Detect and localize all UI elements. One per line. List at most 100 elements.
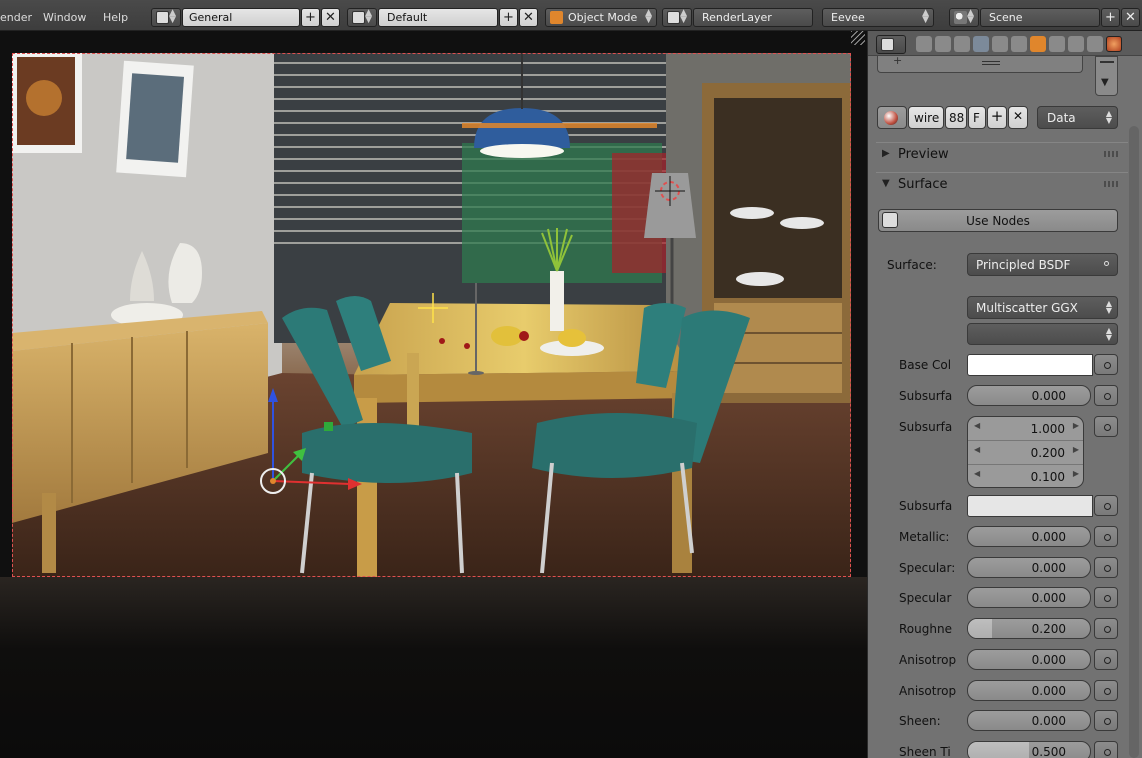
panel-scrollbar[interactable] [1129, 126, 1139, 758]
drag-grip-icon[interactable] [1104, 151, 1118, 157]
delete-scene-button[interactable]: ✕ [1121, 8, 1140, 27]
radius-z-field[interactable]: ◀ 0.100 ▶ [968, 465, 1083, 487]
value-slider[interactable]: 0.200 [967, 618, 1091, 639]
editor-type-button[interactable] [876, 35, 906, 54]
area-split-handle[interactable] [851, 31, 865, 45]
socket-button[interactable] [1094, 680, 1118, 701]
data-tab-icon[interactable] [1087, 36, 1103, 52]
subsurface-radius-socket-button[interactable] [1094, 416, 1118, 437]
modifiers-tab-icon[interactable] [1068, 36, 1084, 52]
radius-y-field[interactable]: ◀ 0.200 ▶ [968, 441, 1083, 465]
constraints-tab-icon[interactable] [1049, 36, 1065, 52]
collection-tab-icon[interactable] [992, 36, 1008, 52]
subsurface-socket-button[interactable] [1094, 385, 1118, 406]
new-material-button[interactable]: + [987, 106, 1007, 129]
socket-button[interactable] [1094, 526, 1118, 547]
value-slider[interactable]: 0.000 [967, 526, 1091, 547]
3d-cursor-icon[interactable] [655, 176, 685, 206]
scene-type-button[interactable]: ▲ ▼ [949, 8, 979, 27]
chevron-left-icon[interactable]: ◀ [974, 469, 980, 478]
viewport-background [0, 577, 867, 758]
socket-button[interactable] [1094, 710, 1118, 731]
link-type-dropdown[interactable]: Data ▲ ▼ [1037, 106, 1118, 129]
slider-value: 0.000 [1031, 714, 1066, 728]
surface-section-label: Surface [898, 177, 948, 192]
delete-screen-layout-button[interactable]: ✕ [321, 8, 340, 27]
surface-section-header[interactable]: ▼ Surface [876, 172, 1128, 197]
chevron-right-icon[interactable]: ▶ [1073, 469, 1079, 478]
menu-help[interactable]: Help [103, 11, 128, 24]
radius-y-value: 0.200 [1030, 446, 1065, 460]
subsurface-slider[interactable]: 0.000 [967, 385, 1091, 406]
add-scene-button[interactable]: + [1101, 8, 1120, 27]
distribution-dropdown[interactable]: Multiscatter GGX ▲ ▼ [967, 296, 1118, 319]
slider-value: 0.000 [1031, 530, 1066, 544]
socket-button[interactable] [1094, 557, 1118, 578]
socket-button[interactable] [1094, 741, 1118, 758]
resize-grip-icon[interactable] [982, 61, 1000, 65]
screen-layout-field[interactable]: General [182, 8, 300, 27]
scene-layout-type-button[interactable]: ▲ ▼ [347, 8, 377, 27]
mode-label: Object Mode [568, 11, 638, 24]
render-layer-icon [667, 11, 680, 24]
value-slider[interactable]: 0.000 [967, 710, 1091, 731]
light-icon[interactable] [418, 293, 448, 323]
chevron-left-icon[interactable]: ◀ [974, 445, 980, 454]
screen-layout-type-button[interactable]: ▲ ▼ [151, 8, 181, 27]
chevron-right-icon[interactable]: ▶ [1073, 445, 1079, 454]
drag-grip-icon[interactable] [1104, 181, 1118, 187]
base-color-socket-button[interactable] [1094, 354, 1118, 375]
menu-window[interactable]: Window [43, 11, 86, 24]
slider-value: 0.000 [1031, 653, 1066, 667]
socket-button[interactable] [1094, 649, 1118, 670]
value-slider[interactable]: 0.000 [967, 649, 1091, 670]
use-nodes-button[interactable]: Use Nodes [878, 209, 1118, 232]
socket-button[interactable] [1094, 618, 1118, 639]
delete-scene-layout-button[interactable]: ✕ [519, 8, 538, 27]
preview-section-header[interactable]: ▶ Preview [876, 142, 1128, 167]
material-name: wire [914, 111, 940, 125]
socket-button[interactable] [1094, 587, 1118, 608]
subsurface-method-dropdown[interactable]: ▲ ▼ [967, 323, 1118, 345]
slider-label: Sheen Ti [899, 745, 951, 758]
material-tab-icon[interactable] [1106, 36, 1122, 52]
scene-field[interactable]: Scene [980, 8, 1100, 27]
base-color-swatch[interactable] [967, 354, 1093, 376]
scene-tab-icon[interactable] [954, 36, 970, 52]
material-browse-button[interactable] [877, 106, 907, 129]
render-layer-field[interactable]: RenderLayer [693, 8, 813, 27]
world-tab-icon[interactable] [973, 36, 989, 52]
surface-label: Surface: [887, 258, 937, 272]
view-layer-tab-icon[interactable] [1011, 36, 1027, 52]
transform-gizmo-icon[interactable] [250, 386, 370, 501]
chevron-right-icon[interactable]: ▶ [1073, 421, 1079, 430]
render-layers-tab-icon[interactable] [935, 36, 951, 52]
object-tab-icon[interactable] [1030, 36, 1046, 52]
value-slider[interactable]: 0.000 [967, 680, 1091, 701]
3d-viewport[interactable] [0, 31, 867, 758]
render-engine-dropdown[interactable]: Eevee ▲ ▼ [822, 8, 934, 27]
slider-label: Specular: [899, 561, 956, 575]
surface-shader-dropdown[interactable]: Principled BSDF [967, 253, 1118, 276]
render-layer-type-button[interactable]: ▲ ▼ [662, 8, 692, 27]
chevron-down-icon[interactable]: ▼ [1101, 77, 1109, 88]
minus-icon[interactable] [1100, 61, 1114, 63]
material-slot-list[interactable]: + [877, 54, 1083, 73]
chevron-left-icon[interactable]: ◀ [974, 421, 980, 430]
value-slider[interactable]: 0.500 [967, 741, 1091, 758]
subsurface-color-socket-button[interactable] [1094, 495, 1118, 516]
mode-dropdown[interactable]: Object Mode ▲ ▼ [545, 8, 657, 27]
fake-user-button[interactable]: F [968, 106, 986, 129]
render-tab-icon[interactable] [916, 36, 932, 52]
material-name-field[interactable]: wire [908, 106, 944, 129]
radius-x-field[interactable]: ◀ 1.000 ▶ [968, 417, 1083, 441]
add-scene-layout-button[interactable]: + [499, 8, 518, 27]
value-slider[interactable]: 0.000 [967, 587, 1091, 608]
add-screen-layout-button[interactable]: + [301, 8, 320, 27]
subsurface-color-swatch[interactable] [967, 495, 1093, 517]
unlink-material-button[interactable]: ✕ [1008, 106, 1028, 129]
value-slider[interactable]: 0.000 [967, 557, 1091, 578]
user-count-button[interactable]: 88 [945, 106, 967, 129]
menu-render[interactable]: ender [0, 11, 32, 24]
scene-layout-field[interactable]: Default [378, 8, 498, 27]
